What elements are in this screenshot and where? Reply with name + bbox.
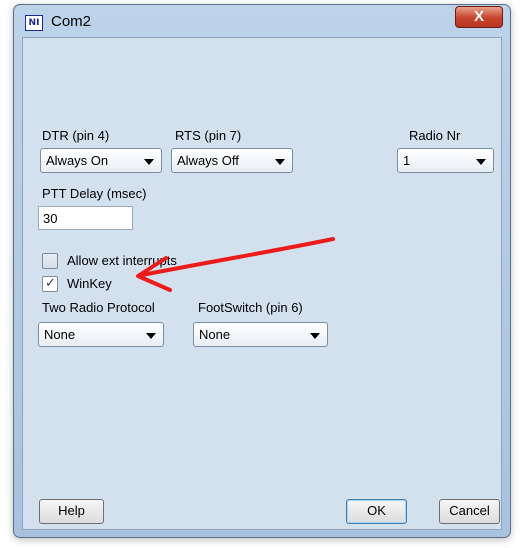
com-port-dialog: NI Com2 X DTR (pin 4) Always On RTS (pin… bbox=[13, 4, 511, 538]
ok-button[interactable]: OK bbox=[346, 499, 407, 524]
footswitch-value: None bbox=[199, 327, 231, 342]
title-bar[interactable]: NI Com2 X bbox=[14, 5, 510, 37]
chevron-down-icon bbox=[144, 159, 154, 165]
ptt-delay-input[interactable]: 30 bbox=[38, 206, 133, 230]
chevron-down-icon bbox=[310, 333, 320, 339]
close-button[interactable]: X bbox=[455, 6, 503, 28]
radio-nr-value: 1 bbox=[403, 153, 411, 168]
allow-ext-interrupts-label: Allow ext interrupts bbox=[67, 253, 177, 268]
ptt-delay-value: 30 bbox=[43, 211, 58, 226]
footswitch-label: FootSwitch (pin 6) bbox=[198, 300, 303, 315]
rts-value: Always Off bbox=[177, 153, 239, 168]
winkey-label: WinKey bbox=[67, 276, 112, 291]
help-button[interactable]: Help bbox=[39, 499, 104, 524]
dialog-body: DTR (pin 4) Always On RTS (pin 7) Always… bbox=[22, 37, 502, 530]
chevron-down-icon bbox=[275, 159, 285, 165]
checkmark-icon: ✓ bbox=[45, 275, 56, 290]
radio-nr-label: Radio Nr bbox=[409, 128, 461, 143]
two-radio-protocol-select[interactable]: None bbox=[38, 322, 164, 347]
two-radio-protocol-label: Two Radio Protocol bbox=[42, 300, 155, 315]
footswitch-select[interactable]: None bbox=[193, 322, 328, 347]
chevron-down-icon bbox=[476, 159, 486, 165]
dtr-label: DTR (pin 4) bbox=[42, 128, 110, 143]
rts-label: RTS (pin 7) bbox=[175, 128, 242, 143]
ptt-delay-label: PTT Delay (msec) bbox=[42, 186, 147, 201]
allow-ext-interrupts-checkbox[interactable] bbox=[42, 253, 58, 269]
radio-nr-select[interactable]: 1 bbox=[397, 148, 494, 173]
dtr-select[interactable]: Always On bbox=[40, 148, 162, 173]
dtr-value: Always On bbox=[46, 153, 109, 168]
two-radio-protocol-value: None bbox=[44, 327, 76, 342]
chevron-down-icon bbox=[146, 333, 156, 339]
winkey-checkbox[interactable]: ✓ bbox=[42, 275, 58, 292]
cancel-button[interactable]: Cancel bbox=[439, 499, 500, 524]
rts-select[interactable]: Always Off bbox=[171, 148, 293, 173]
window-title: Com2 bbox=[51, 13, 92, 30]
app-logo-icon: NI bbox=[25, 15, 43, 31]
